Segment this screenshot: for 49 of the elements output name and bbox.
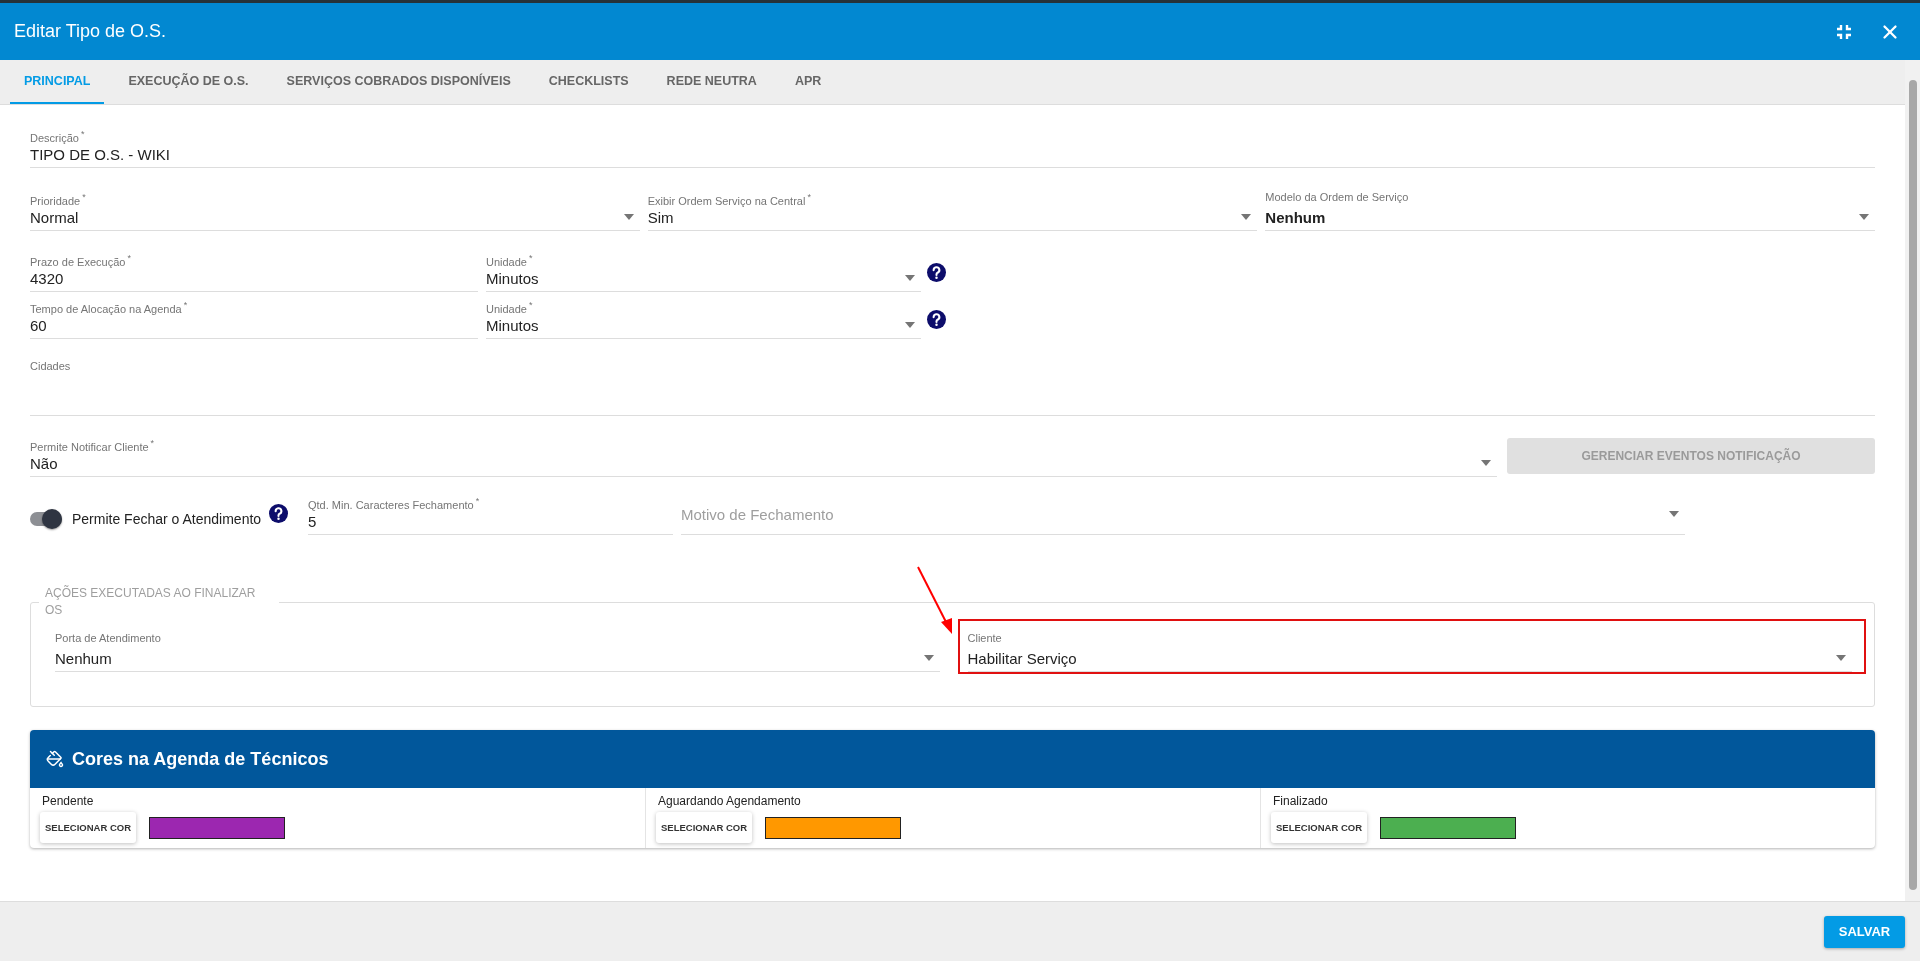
field-label: Cidades <box>30 359 72 373</box>
field-value: Habilitar Serviço <box>967 649 1078 667</box>
input-field[interactable]: Descrição$^{*}$ TIPO DE O.S. - WIKI <box>30 127 1875 168</box>
field-value: Nenhum <box>1265 208 1327 226</box>
select-field[interactable]: Unidade$^{*}$ Minutos <box>486 251 921 292</box>
color-label: Aguardando Agendamento <box>658 794 802 808</box>
field-value: Minutos <box>486 316 540 334</box>
field-value: Minutos <box>486 269 540 287</box>
field-label: Porta de Atendimento <box>55 631 162 645</box>
select-field[interactable]: Prioridade$^{*}$ Normal <box>30 190 640 231</box>
field-value: TIPO DE O.S. - WIKI <box>30 145 171 163</box>
select-color-button[interactable]: SELECIONAR COR <box>1271 812 1368 843</box>
select-field[interactable]: Modelo da Ordem de Serviço Nenhum <box>1265 190 1875 231</box>
input-field[interactable]: Cidades <box>30 359 1875 416</box>
tab[interactable]: APR <box>780 60 836 104</box>
field-value: 5 <box>308 512 318 530</box>
toggle-label: Permite Fechar o Atendimento <box>72 510 262 527</box>
field-label: Unidade$^{*}$ <box>486 299 534 312</box>
field-label: Unidade$^{*}$ <box>486 252 534 265</box>
select-field[interactable]: Porta de Atendimento Nenhum <box>55 631 940 672</box>
card-title: Cores na Agenda de Técnicos <box>72 748 329 770</box>
select-field[interactable]: Permite Notificar Cliente$^{*}$ Não <box>30 436 1497 477</box>
tab[interactable]: REDE NEUTRA <box>652 60 771 104</box>
field-value: 4320 <box>30 269 65 287</box>
select-field[interactable]: Exibir Ordem Serviço na Central$^{*}$ Sim <box>647 190 1258 231</box>
field-label: Permite Notificar Cliente$^{*}$ <box>30 437 156 450</box>
field-label: Prioridade$^{*}$ <box>30 191 87 204</box>
field-placeholder: Motivo de Fechamento <box>681 505 835 523</box>
select-color-button[interactable]: SELECIONAR COR <box>40 812 137 843</box>
window-title: Editar Tipo de O.S. <box>14 21 168 42</box>
select-field[interactable]: Unidade$^{*}$ Minutos <box>486 298 921 339</box>
field-value: Não <box>30 454 59 472</box>
field-label: Modelo da Ordem de Serviço <box>1265 190 1410 204</box>
color-label: Pendente <box>42 794 95 808</box>
select-field[interactable]: Cliente Habilitar Serviço <box>967 631 1852 672</box>
group-legend: AÇÕES EXECUTADAS AO FINALIZAR OS <box>39 585 279 619</box>
field-value: 60 <box>30 316 48 334</box>
input-field[interactable]: Qtd. Min. Caracteres Fechamento$^{*}$ 5 <box>308 494 673 535</box>
tab[interactable]: EXECUÇÃO DE O.S. <box>114 60 263 104</box>
tab[interactable]: SERVIÇOS COBRADOS DISPONÍVEIS <box>272 60 525 104</box>
field-value: Nenhum <box>55 649 113 667</box>
field-value: Sim <box>647 208 675 226</box>
field-label: Cliente <box>967 631 1003 645</box>
color-label: Finalizado <box>1273 794 1329 808</box>
input-field[interactable]: Tempo de Alocação na Agenda$^{*}$ 60 <box>30 298 478 339</box>
select-color-button[interactable]: SELECIONAR COR <box>656 812 753 843</box>
tab[interactable]: CHECKLISTS <box>534 60 643 104</box>
field-value: Normal <box>30 208 80 226</box>
input-field[interactable]: Prazo de Execução$^{*}$ 4320 <box>30 251 478 292</box>
